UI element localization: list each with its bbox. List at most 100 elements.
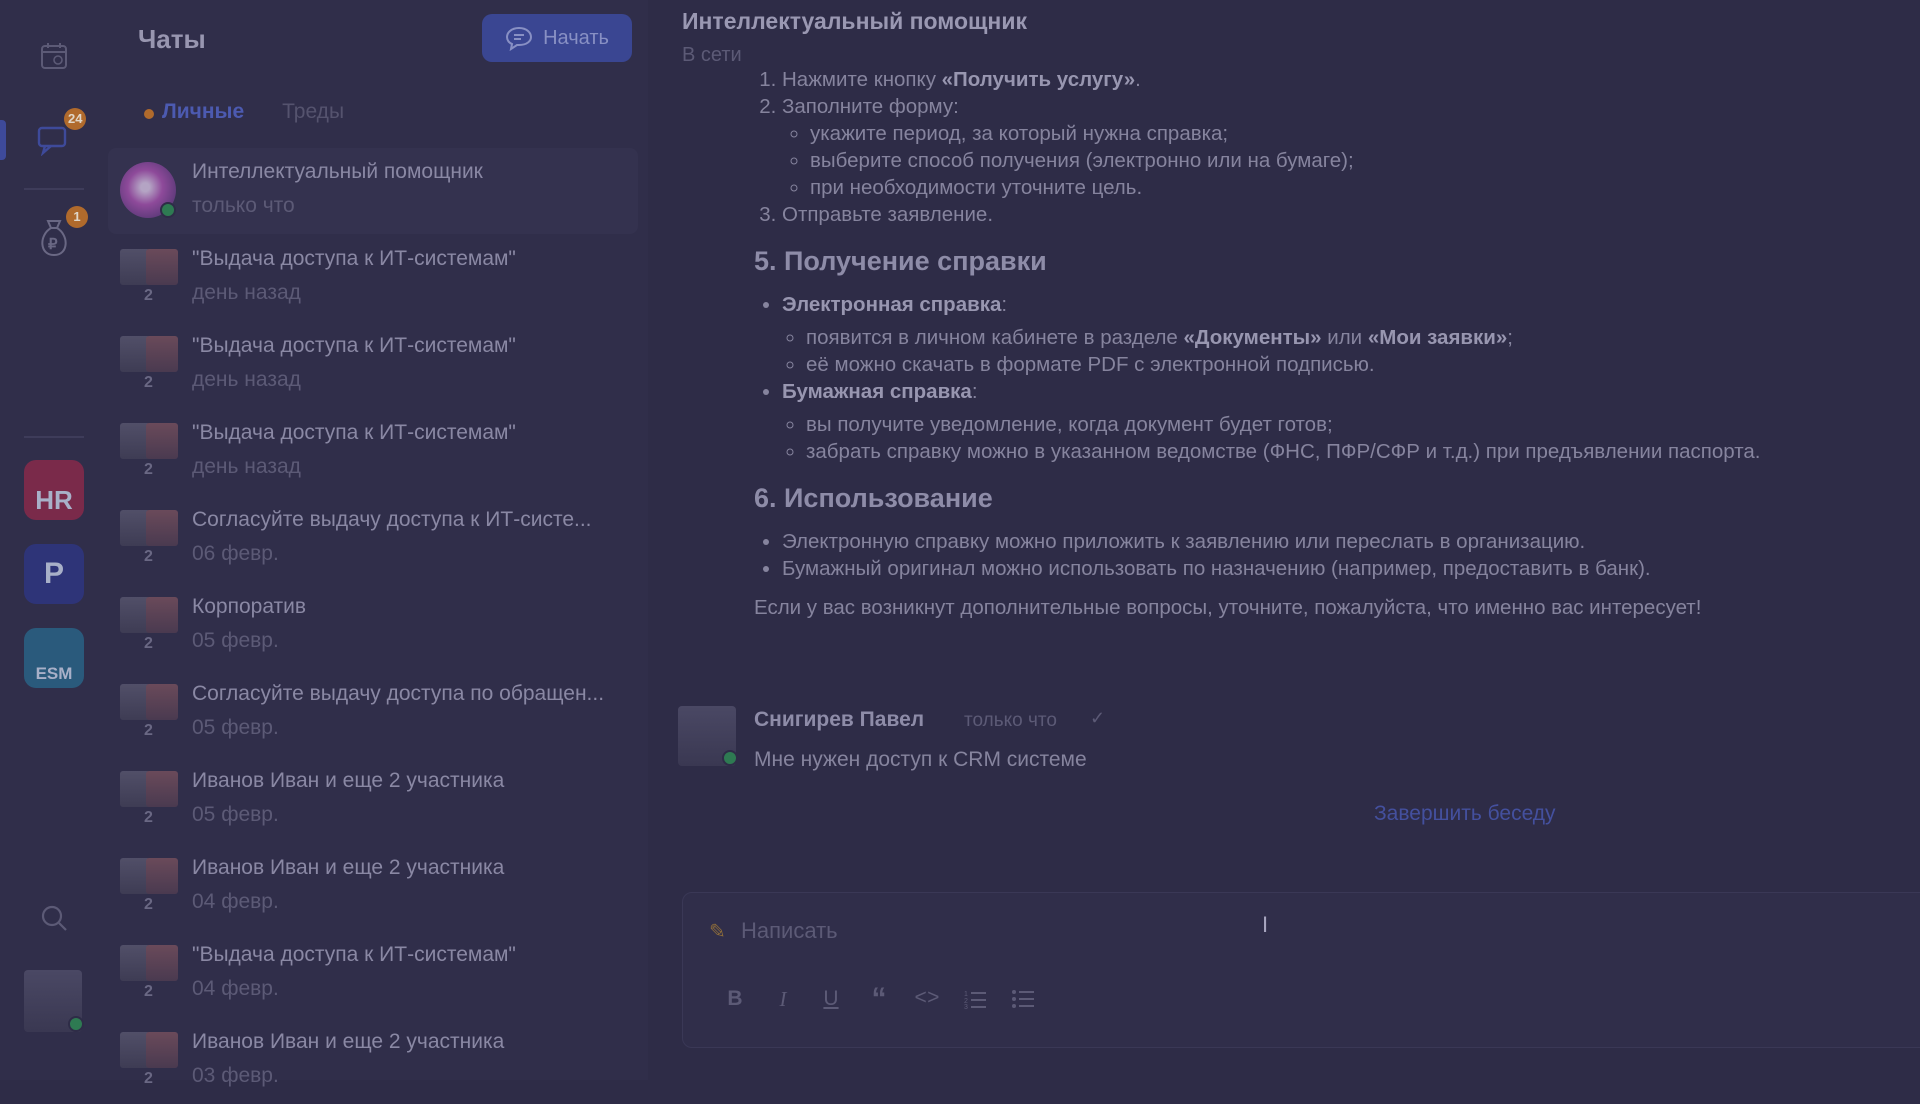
chat-time: день назад xyxy=(192,455,301,478)
underline-button[interactable]: U xyxy=(817,985,845,1013)
step-bold: «Получить услугу» xyxy=(941,68,1136,91)
message-input[interactable] xyxy=(739,913,1639,949)
bullet-list-button[interactable] xyxy=(1009,985,1037,1013)
code-button[interactable]: <> xyxy=(913,985,941,1013)
participant-count: 2 xyxy=(144,983,153,1000)
sub-text: или xyxy=(1321,326,1368,349)
online-indicator xyxy=(160,202,176,218)
user-avatar[interactable] xyxy=(678,706,738,766)
search-button[interactable] xyxy=(22,886,86,950)
chat-tabs: Личные Треды xyxy=(144,100,344,124)
step-text: Заполните форму: xyxy=(782,95,959,118)
chat-time: только что xyxy=(192,194,295,217)
list-item: Бумажная справка: вы получите уведомлени… xyxy=(782,378,1874,465)
quote-button[interactable]: “ xyxy=(865,982,893,1015)
sub-text: ; xyxy=(1507,326,1513,349)
sub-item: укажите период, за который нужна справка… xyxy=(810,120,1874,147)
chat-time: 04 февр. xyxy=(192,890,279,913)
sub-item: при необходимости уточните цель. xyxy=(810,174,1874,201)
message-author[interactable]: Снигирев Павел xyxy=(754,708,924,732)
chat-list-panel: Чаты Начать Личные Треды Интеллектуальны… xyxy=(108,0,744,1087)
chat-name: Согласуйте выдачу доступа по обращен... xyxy=(192,682,605,705)
message-time: только что xyxy=(964,710,1057,731)
participant-count: 2 xyxy=(144,635,153,652)
format-toolbar: B I U “ <> 123 xyxy=(721,982,1037,1015)
chat-time: день назад xyxy=(192,368,301,391)
esm-app-button[interactable]: ESM xyxy=(24,628,84,688)
calendar-button[interactable] xyxy=(22,24,86,88)
numbered-list-icon: 123 xyxy=(964,991,986,1009)
chat-name: Корпоратив xyxy=(192,595,307,618)
chat-list-item[interactable]: 2 "Выдача доступа к ИТ-системам" день наза… xyxy=(108,322,638,408)
svg-text:1: 1 xyxy=(964,991,968,998)
chat-name: Согласуйте выдачу доступа к ИТ-систе... xyxy=(192,508,592,531)
assistant-avatar xyxy=(120,162,176,218)
sub-item: появится в личном кабинете в разделе «До… xyxy=(806,324,1874,351)
chat-time: 05 февр. xyxy=(192,803,279,826)
chat-list-item[interactable]: 2 Иванов Иван и еще 2 участника 03 февр. xyxy=(108,1018,638,1104)
numbered-list-button[interactable]: 123 xyxy=(961,985,989,1013)
participant-avatar xyxy=(146,510,178,546)
chat-list-item[interactable]: 2 Корпоратив 05 февр. xyxy=(108,583,638,669)
finance-badge: 1 xyxy=(66,206,88,228)
svg-text:3: 3 xyxy=(964,1004,968,1009)
assistant-message: Нажмите кнопку «Получить услугу». Заполн… xyxy=(754,68,1874,621)
chat-name: Иванов Иван и еще 2 участника xyxy=(192,856,505,879)
tab-personal[interactable]: Личные xyxy=(144,100,244,124)
chat-list-item[interactable]: 2 "Выдача доступа к ИТ-системам" день наза… xyxy=(108,409,638,495)
sub-item: выберите способ получения (электронно ил… xyxy=(810,147,1874,174)
checkmark-icon: ✓ xyxy=(1090,708,1106,728)
hr-app-button[interactable]: HR xyxy=(24,460,84,520)
chat-time: день назад xyxy=(192,281,301,304)
sub-text: появится в личном кабинете в разделе xyxy=(806,326,1184,349)
finance-button[interactable]: ₽ 1 xyxy=(22,206,88,270)
participant-count: 2 xyxy=(144,374,153,391)
online-indicator xyxy=(68,1016,84,1032)
chat-name: Иванов Иван и еще 2 участника xyxy=(192,769,505,792)
chat-list-item[interactable]: 2 "Выдача доступа к ИТ-системам" день наза… xyxy=(108,235,638,321)
list-item: Бумажный оригинал можно использовать по … xyxy=(782,555,1874,582)
chat-count-badge: 24 xyxy=(64,108,87,130)
chat-list-item[interactable]: 2 Согласуйте выдачу доступа по обращен...… xyxy=(108,670,638,756)
end-conversation-link[interactable]: Завершить беседу xyxy=(1374,802,1556,826)
bold-button[interactable]: B xyxy=(721,985,749,1013)
tab-threads[interactable]: Треды xyxy=(282,100,344,124)
chat-bubble-icon xyxy=(506,26,533,51)
conversation-title: Интеллектуальный помощник xyxy=(682,8,1027,34)
group-avatar xyxy=(120,336,180,372)
group-avatar xyxy=(120,771,180,807)
p-app-label: P xyxy=(43,557,64,590)
participant-avatar xyxy=(146,336,178,372)
participant-count: 2 xyxy=(144,896,153,913)
participant-count: 2 xyxy=(144,809,153,826)
chat-list-item[interactable]: 2 Согласуйте выдачу доступа к ИТ-систе...… xyxy=(108,496,638,582)
app-rail: 24 ₽ 1 HR P ESM xyxy=(0,0,108,1080)
sub-bold: «Мои заявки» xyxy=(1367,326,1508,349)
chat-time: 06 февр. xyxy=(192,542,279,565)
italic-button[interactable]: I xyxy=(769,985,797,1013)
user-message: Снигирев Павел только что ✓ Мне нужен до… xyxy=(678,704,1378,774)
chat-list-item[interactable]: Интеллектуальный помощник только что xyxy=(108,148,638,234)
profile-avatar[interactable] xyxy=(24,970,84,1032)
group-avatar xyxy=(120,1032,180,1068)
group-avatar xyxy=(120,597,180,633)
chat-list-item[interactable]: 2 "Выдача доступа к ИТ-системам" 04 февр. xyxy=(108,931,638,1017)
esm-app-label: ESM xyxy=(35,664,73,683)
group-avatar xyxy=(120,510,180,546)
start-chat-button[interactable]: Начать xyxy=(482,14,632,62)
chats-button[interactable]: 24 xyxy=(22,108,87,172)
section-heading: 5. Получение справки xyxy=(754,246,1047,276)
rail-divider xyxy=(24,188,84,190)
chat-name: "Выдача доступа к ИТ-системам" xyxy=(192,247,516,270)
list-item: Электронную справку можно приложить к за… xyxy=(782,528,1874,555)
active-indicator xyxy=(0,120,6,160)
sub-item: её можно скачать в формате PDF с электро… xyxy=(806,351,1874,378)
pencil-icon: ✎ xyxy=(709,921,726,943)
step-item: Нажмите кнопку «Получить услугу». xyxy=(782,66,1874,93)
chat-list-item[interactable]: 2 Иванов Иван и еще 2 участника 04 февр. xyxy=(108,844,638,930)
chat-list-item[interactable]: 2 Иванов Иван и еще 2 участника 05 февр. xyxy=(108,757,638,843)
p-app-button[interactable]: P xyxy=(24,544,84,604)
chat-time: 05 февр. xyxy=(192,716,279,739)
hr-app-label: HR xyxy=(35,485,73,515)
chat-icon xyxy=(37,126,67,156)
